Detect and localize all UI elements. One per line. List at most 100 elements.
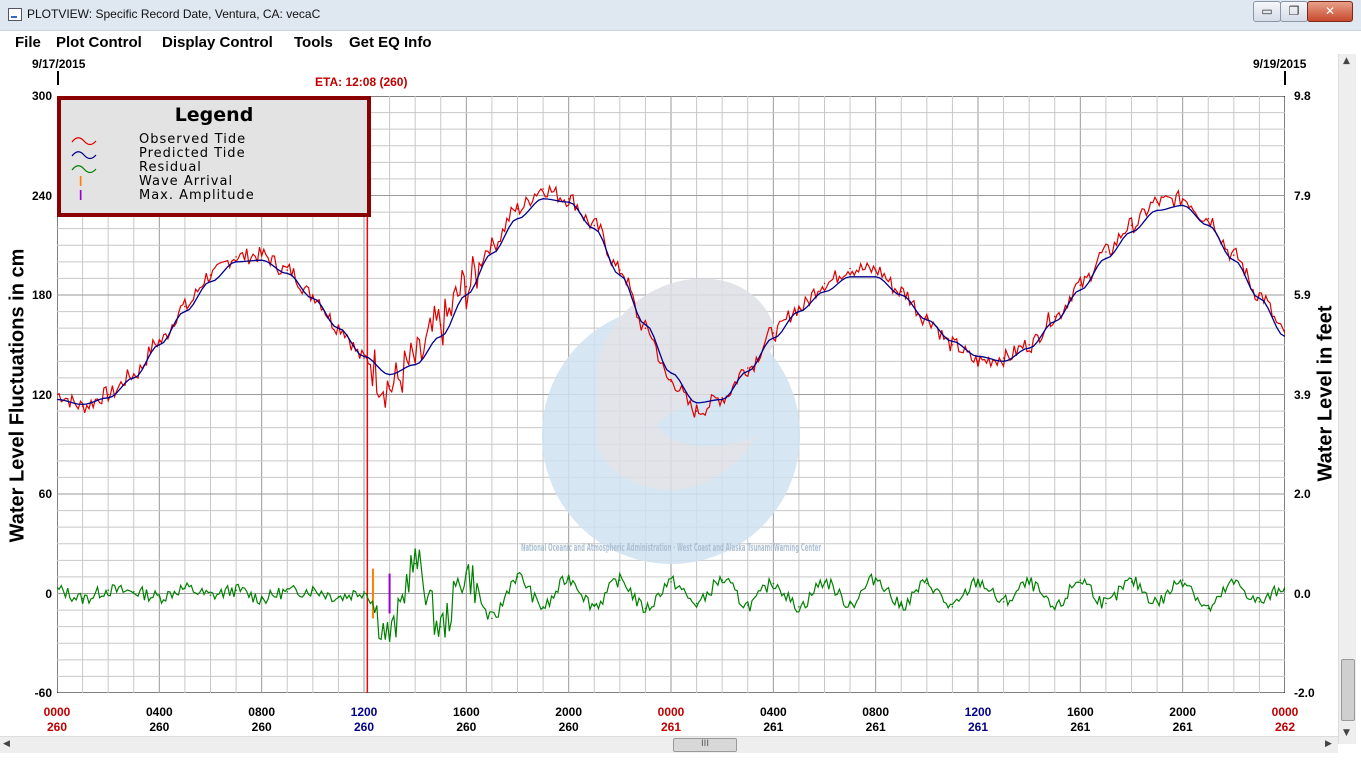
data-point-predicted-tide (312, 297, 314, 300)
right-tick-label: -2.0 (1294, 686, 1315, 700)
menu-bar: File Plot Control Display Control Tools … (0, 31, 1361, 53)
data-point-observed-tide (235, 256, 237, 258)
scroll-right-icon[interactable]: ▶ (1325, 739, 1332, 749)
legend-item-residual: Residual (139, 160, 202, 175)
menu-display-control[interactable]: Display Control (162, 34, 273, 51)
x-tick-day: 261 (1070, 720, 1091, 734)
start-date-marker (57, 71, 59, 85)
x-tick-time: 0000 (43, 705, 71, 719)
data-point-predicted-tide (951, 340, 954, 343)
x-tick-label: 0400 261 (743, 705, 803, 735)
x-tick-time: 1600 (1066, 705, 1094, 719)
data-point-predicted-tide (440, 335, 442, 338)
data-point-predicted-tide (107, 397, 109, 399)
data-point-residual (695, 602, 698, 605)
data-point-predicted-tide (772, 337, 775, 339)
data-point-observed-tide (874, 269, 877, 271)
data-point-residual (593, 604, 596, 606)
right-axis-title: Water Level in feet (1314, 305, 1337, 482)
data-point-residual (1054, 607, 1056, 610)
data-point-predicted-tide (337, 327, 340, 329)
data-point-predicted-tide (1002, 360, 1005, 363)
data-point-residual (1002, 601, 1005, 603)
start-date-label: 9/17/2015 (32, 57, 86, 71)
vertical-scrollbar[interactable]: ▲ ▼ (1338, 54, 1356, 744)
right-tick-label: 7.9 (1294, 189, 1311, 203)
data-point-residual (951, 606, 954, 608)
x-tick-label: 0000 260 (27, 705, 87, 735)
data-point-predicted-tide (1156, 209, 1158, 212)
data-point-observed-tide (465, 285, 468, 288)
data-point-residual (388, 634, 391, 636)
menu-plot-control[interactable]: Plot Control (56, 34, 142, 51)
observed-tide-legend-icon (71, 137, 97, 146)
right-tick-label: 2.0 (1294, 487, 1311, 501)
data-point-observed-tide (849, 267, 851, 270)
data-point-observed-tide (1233, 254, 1235, 256)
data-point-residual (235, 589, 237, 591)
data-point-observed-tide (388, 385, 391, 388)
x-tick-day: 261 (865, 720, 886, 734)
scroll-up-icon[interactable]: ▲ (1343, 56, 1350, 66)
horizontal-scroll-thumb[interactable]: III (673, 738, 737, 752)
x-tick-label: 0000 262 (1255, 705, 1315, 735)
data-point-observed-tide (747, 367, 749, 369)
data-point-observed-tide (977, 360, 979, 363)
data-point-residual (747, 604, 749, 606)
data-point-residual (209, 594, 212, 596)
x-tick-time: 0400 (759, 705, 787, 719)
right-tick-label: 5.9 (1294, 288, 1311, 302)
x-tick-time: 2000 (1169, 705, 1196, 719)
data-point-predicted-tide (619, 274, 621, 276)
close-button[interactable]: ✕ (1307, 1, 1353, 22)
data-point-observed-tide (133, 373, 135, 376)
data-point-observed-tide (772, 332, 775, 334)
horizontal-scrollbar[interactable]: ◀ III ▶ (0, 736, 1338, 753)
data-point-predicted-tide (1258, 297, 1261, 300)
data-point-residual (260, 597, 263, 600)
data-point-predicted-tide (1105, 257, 1107, 260)
x-tick-time: 0800 (862, 705, 889, 719)
data-point-residual (849, 602, 851, 605)
scroll-down-icon[interactable]: ▼ (1343, 728, 1350, 738)
data-point-observed-tide (798, 307, 800, 310)
data-point-predicted-tide (184, 310, 186, 313)
data-point-observed-tide (184, 305, 186, 308)
data-point-observed-tide (951, 344, 954, 346)
data-point-residual (1181, 579, 1184, 581)
vertical-scroll-thumb[interactable] (1341, 659, 1355, 721)
data-point-observed-tide (260, 254, 263, 256)
data-point-observed-tide (670, 380, 672, 383)
data-point-observed-tide (107, 393, 109, 396)
data-point-predicted-tide (465, 294, 468, 296)
x-tick-day: 260 (46, 720, 68, 734)
data-point-observed-tide (1181, 198, 1184, 200)
data-point-residual (874, 577, 877, 580)
data-point-residual (567, 577, 570, 580)
data-point-residual (644, 607, 647, 610)
scroll-left-icon[interactable]: ◀ (3, 739, 10, 749)
maximize-button[interactable]: ❐ (1280, 1, 1308, 22)
x-tick-label: 1200 260 (334, 705, 394, 735)
data-point-residual (798, 606, 800, 608)
left-axis-title: Water Level Fluctuations in cm (6, 248, 29, 543)
data-point-observed-tide (823, 282, 826, 285)
x-tick-label: 1200 261 (948, 705, 1008, 735)
x-tick-time: 1200 (350, 705, 378, 719)
minimize-button[interactable]: ▭ (1253, 1, 1281, 22)
data-point-predicted-tide (823, 290, 826, 293)
menu-get-eq-info[interactable]: Get EQ Info (349, 34, 432, 51)
data-point-observed-tide (440, 324, 442, 326)
x-tick-time: 0400 (145, 705, 173, 719)
data-point-residual (312, 589, 314, 591)
menu-file[interactable]: File (15, 34, 41, 51)
data-point-predicted-tide (1028, 347, 1030, 349)
menu-tools[interactable]: Tools (294, 34, 333, 51)
data-point-residual (1079, 579, 1082, 581)
data-point-observed-tide (567, 198, 570, 200)
data-point-predicted-tide (926, 319, 928, 321)
data-point-predicted-tide (874, 276, 877, 278)
data-point-residual (900, 604, 903, 606)
data-point-observed-tide (516, 208, 519, 210)
x-tick-day: 260 (353, 720, 375, 734)
